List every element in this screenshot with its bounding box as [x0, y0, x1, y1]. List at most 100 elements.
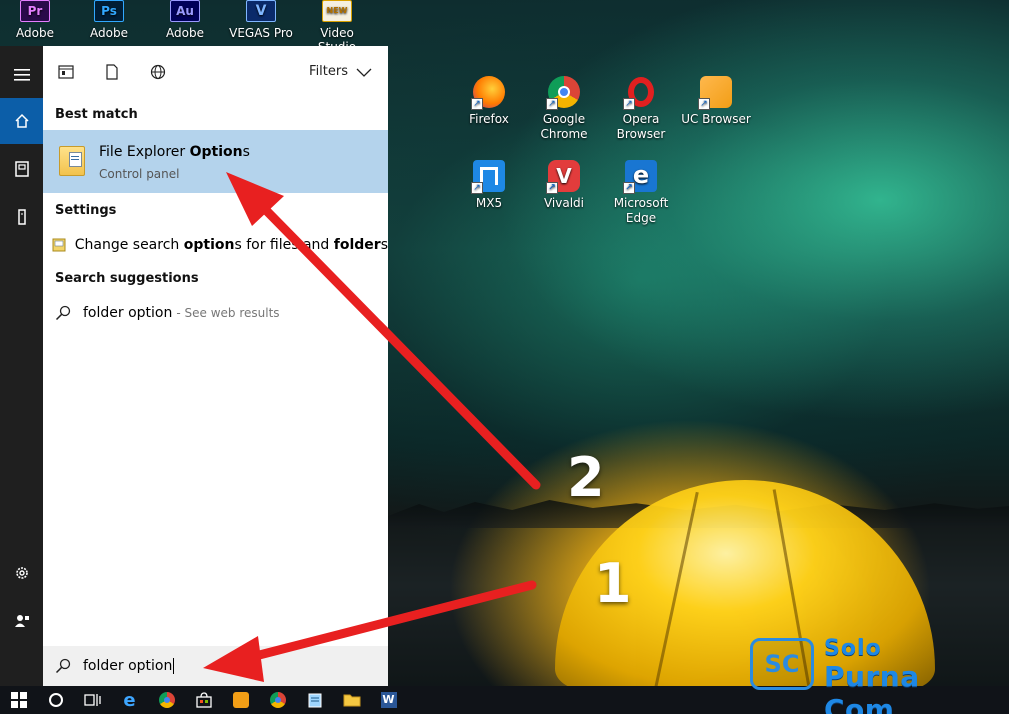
desktop-icon-label: VEGAS Pro — [229, 26, 293, 40]
apps-filter-button[interactable] — [43, 46, 89, 98]
desktop-icon-label: Adobe — [16, 26, 54, 40]
search-suggestions-heading: Search suggestions — [55, 271, 199, 286]
taskbar-chrome-2[interactable] — [259, 686, 296, 714]
firefox-icon: ↗ — [471, 76, 505, 110]
step-2-number: 2 — [567, 446, 605, 509]
watermark-logo: SC — [750, 638, 814, 690]
best-match-heading: Best match — [55, 107, 138, 122]
device-button[interactable] — [0, 194, 43, 240]
search-input-value: folder option — [83, 658, 175, 674]
shortcut-arrow-icon: ↗ — [471, 182, 483, 194]
edge-icon: e ↗ — [623, 160, 657, 194]
watermark-line-1: Solo — [824, 636, 882, 661]
notebook-icon — [14, 161, 29, 177]
best-match-result[interactable]: File Explorer Options Control panel — [43, 130, 388, 193]
task-view-button[interactable] — [74, 686, 111, 714]
desktop-icon-label: Google Chrome — [540, 112, 588, 141]
settings-result-change-search-options[interactable]: Change search options for files and fold… — [43, 228, 388, 262]
mx5-icon: ↗ — [471, 160, 505, 194]
desktop-icon-google-chrome[interactable]: ↗ Google Chrome — [526, 76, 602, 142]
feedback-button[interactable] — [0, 598, 43, 644]
taskbar-chrome[interactable] — [148, 686, 185, 714]
shortcut-arrow-icon: ↗ — [471, 98, 483, 110]
opera-icon: ↗ — [623, 76, 657, 110]
vivaldi-icon: V ↗ — [546, 160, 580, 194]
store-bag-icon — [195, 692, 212, 708]
taskbar-word[interactable]: W — [370, 686, 407, 714]
cortana-button[interactable] — [37, 686, 74, 714]
edge-icon: e — [123, 689, 136, 711]
uc-browser-icon — [232, 692, 249, 708]
search-input[interactable]: folder option — [43, 646, 388, 686]
shortcut-arrow-icon: ↗ — [698, 98, 710, 110]
desktop-icon-adobe-photoshop[interactable]: Ps Adobe — [74, 0, 144, 40]
desktop-icon-opera-browser[interactable]: ↗ Opera Browser — [603, 76, 679, 142]
video-studio-icon: NEW — [322, 0, 352, 22]
settings-result-label: Change search options for files and fold… — [74, 237, 388, 253]
document-icon — [106, 64, 118, 80]
documents-filter-button[interactable] — [89, 46, 135, 98]
shortcut-arrow-icon: ↗ — [546, 98, 558, 110]
hamburger-icon — [13, 69, 30, 81]
desktop-icon-uc-browser[interactable]: ↗ UC Browser — [678, 76, 754, 127]
best-match-subtitle: Control panel — [99, 167, 180, 181]
control-panel-icon — [52, 238, 66, 252]
taskbar-store[interactable] — [185, 686, 222, 714]
windows-logo-icon — [10, 692, 27, 708]
globe-icon — [150, 64, 166, 80]
cortana-circle-icon — [48, 693, 63, 707]
home-icon — [14, 113, 29, 128]
hamburger-menu-button[interactable] — [0, 52, 43, 98]
vegas-pro-icon: V — [246, 0, 276, 22]
desktop-icon-vegas-pro[interactable]: V VEGAS Pro — [226, 0, 296, 40]
taskbar-uc-browser[interactable] — [222, 686, 259, 714]
desktop-icon-firefox[interactable]: ↗ Firefox — [451, 76, 527, 127]
uc-browser-icon: ↗ — [698, 76, 732, 110]
start-menu-rail — [0, 46, 43, 686]
settings-heading: Settings — [55, 203, 117, 218]
folder-icon — [343, 694, 360, 707]
start-button[interactable] — [0, 686, 37, 714]
desktop-icon-label: Adobe — [90, 26, 128, 40]
desktop-icon-label: Adobe — [166, 26, 204, 40]
home-button[interactable] — [0, 98, 43, 144]
taskbar-notepad[interactable] — [296, 686, 333, 714]
desktop-icon-mx5[interactable]: ↗ MX5 — [451, 160, 527, 211]
filters-dropdown[interactable]: Filters — [309, 64, 372, 79]
web-suggestion-result[interactable]: folder option - See web results — [43, 296, 388, 330]
window-icon — [58, 65, 74, 79]
desktop-icon-label: Vivaldi — [543, 196, 585, 210]
taskbar-file-explorer[interactable] — [333, 686, 370, 714]
desktop-icon-adobe-audition[interactable]: Au Adobe — [150, 0, 220, 40]
documents-button[interactable] — [0, 146, 43, 192]
best-match-title: File Explorer Options — [99, 144, 250, 160]
search-filter-bar: Filters — [43, 46, 388, 98]
desktop-icon-vivaldi[interactable]: V ↗ Vivaldi — [526, 160, 602, 211]
watermark-line-2: Purna Com — [824, 660, 920, 714]
chrome-icon — [269, 692, 286, 708]
settings-button[interactable] — [0, 550, 43, 596]
step-1-number: 1 — [594, 552, 632, 615]
adobe-premiere-icon: Pr — [20, 0, 50, 22]
shortcut-arrow-icon: ↗ — [623, 98, 635, 110]
chrome-icon — [158, 692, 175, 708]
desktop-icon-adobe-premiere[interactable]: Pr Adobe — [0, 0, 70, 40]
tower-icon — [17, 209, 26, 225]
desktop-icon-label: UC Browser — [681, 112, 751, 126]
desktop-icon-label: Opera Browser — [616, 112, 666, 141]
desktop-icon-label: Firefox — [469, 112, 509, 126]
person-icon — [14, 615, 29, 627]
desktop-icon-microsoft-edge[interactable]: e ↗ Microsoft Edge — [603, 160, 679, 226]
word-icon: W — [380, 692, 397, 708]
search-icon — [55, 305, 71, 321]
filters-label: Filters — [309, 64, 348, 79]
taskbar-edge[interactable]: e — [111, 686, 148, 714]
shortcut-arrow-icon: ↗ — [623, 182, 635, 194]
web-filter-button[interactable] — [135, 46, 181, 98]
gear-icon — [15, 567, 28, 579]
file-explorer-options-icon — [59, 146, 85, 176]
adobe-photoshop-icon: Ps — [94, 0, 124, 22]
desktop-icon-label: MX5 — [475, 196, 503, 210]
desktop-icon-label: Microsoft Edge — [613, 196, 669, 225]
chevron-down-icon — [356, 68, 372, 77]
